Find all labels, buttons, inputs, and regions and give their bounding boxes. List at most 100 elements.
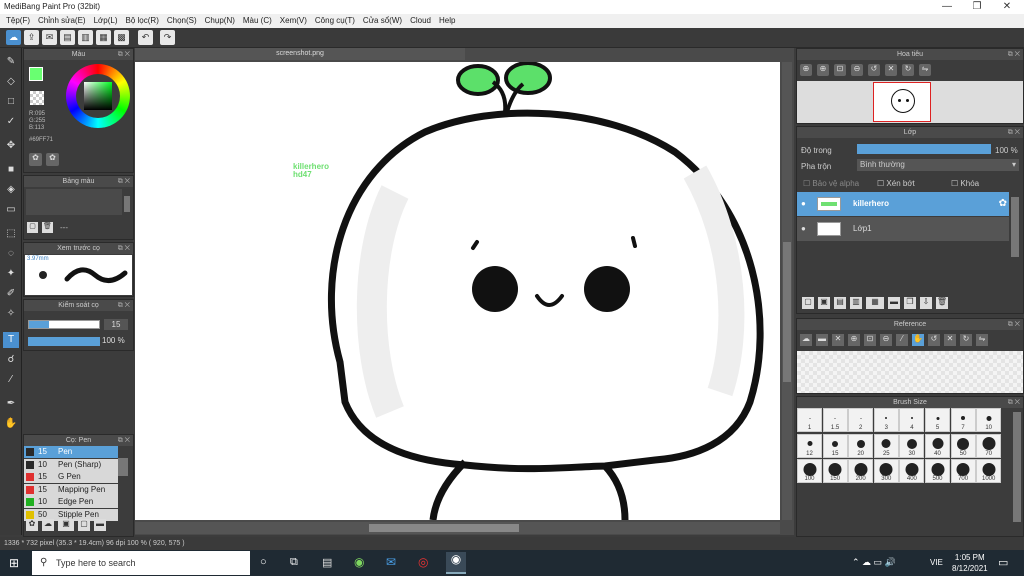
new-halftone-layer-icon[interactable]: ▣ bbox=[818, 297, 830, 309]
palette-scrollbar[interactable] bbox=[124, 196, 130, 212]
reference-flip-icon[interactable]: ⇋ bbox=[976, 334, 988, 346]
pen-list-scrollbar[interactable] bbox=[118, 458, 128, 476]
menu-capture[interactable]: Chụp(N) bbox=[201, 14, 239, 28]
brush-size-cell[interactable]: 25 bbox=[873, 433, 899, 458]
merge-layer-icon[interactable]: ⇩ bbox=[920, 297, 932, 309]
reference-open-icon[interactable]: ▬ bbox=[816, 334, 828, 346]
duplicate-layer-icon[interactable]: ❐ bbox=[904, 297, 916, 309]
layer-row-killerhero[interactable]: ● killerhero ✿ bbox=[797, 192, 1009, 216]
magic-wand-icon[interactable]: ✦ bbox=[3, 266, 19, 282]
protect-alpha-checkbox[interactable]: ☐ Bảo vệ alpha bbox=[803, 179, 859, 188]
brush-size-cell[interactable]: 300 bbox=[873, 459, 899, 483]
hand-tool-icon[interactable]: ✋ bbox=[3, 416, 19, 432]
brush-size-value[interactable]: 15 bbox=[104, 319, 128, 330]
pen-item[interactable]: 15 Pen bbox=[24, 446, 118, 458]
cortana-icon[interactable]: ○ bbox=[260, 556, 267, 568]
brush-opacity-slider[interactable] bbox=[28, 337, 100, 346]
shape-tool-icon[interactable]: ■ bbox=[3, 162, 19, 178]
visibility-icon[interactable]: ● bbox=[801, 192, 806, 216]
reference-rotate-icon[interactable]: ↺ bbox=[928, 334, 940, 346]
dot-tool-icon[interactable]: □ bbox=[3, 94, 19, 110]
brush-size-cell[interactable]: 15 bbox=[822, 433, 848, 458]
reference-cloud-icon[interactable]: ☁ bbox=[800, 334, 812, 346]
gradient-tool-icon[interactable]: ▭ bbox=[3, 202, 19, 218]
move-tool-icon[interactable]: ✥ bbox=[3, 138, 19, 154]
color-wheel[interactable] bbox=[66, 64, 130, 128]
drawing-canvas[interactable]: killerhero hd47 bbox=[135, 62, 780, 520]
eyedrop-mode-icon[interactable]: ✿ bbox=[46, 153, 59, 166]
brush-size-cell[interactable]: 1 bbox=[797, 408, 822, 432]
pen-item[interactable]: 10 Pen (Sharp) bbox=[24, 458, 118, 471]
zoom-in-icon[interactable]: ⊕ bbox=[800, 64, 812, 76]
undo-icon[interactable]: ↶ bbox=[138, 30, 153, 45]
delete-layer-icon[interactable]: 🗑 bbox=[936, 297, 948, 309]
menu-cloud[interactable]: Cloud bbox=[406, 14, 435, 28]
brush-cloud-icon[interactable]: ☁ bbox=[42, 519, 54, 531]
brush-size-cell[interactable]: 2 bbox=[848, 408, 874, 432]
lock-checkbox[interactable]: ☐ Khóa bbox=[951, 179, 979, 188]
language-indicator[interactable]: VIE bbox=[930, 558, 943, 567]
check-tool-icon[interactable]: ✓ bbox=[3, 114, 19, 130]
fill-tool-icon[interactable]: ◈ bbox=[3, 182, 19, 198]
clipping-checkbox[interactable]: ☐ Xén bớt bbox=[877, 179, 915, 188]
select-tool-icon[interactable]: ⬚ bbox=[3, 226, 19, 242]
brush-folder-icon[interactable]: ▬ bbox=[94, 519, 106, 531]
visibility-icon[interactable]: ● bbox=[801, 217, 806, 241]
layer-scrollbar[interactable] bbox=[1011, 197, 1019, 257]
palette-mode-icon[interactable]: ✿ bbox=[29, 153, 42, 166]
fit-icon[interactable]: ⊡ bbox=[834, 64, 846, 76]
opera-icon[interactable]: ◎ bbox=[418, 555, 428, 569]
delete-palette-icon[interactable]: 🗑 bbox=[42, 222, 53, 233]
reference-reset-icon[interactable]: ✕ bbox=[944, 334, 956, 346]
menu-layer[interactable]: Lớp(L) bbox=[90, 14, 122, 28]
layer-row-layer1[interactable]: ● Lớp1 bbox=[797, 217, 1009, 241]
new-8bit-layer-icon[interactable]: ▤ bbox=[834, 297, 846, 309]
reference-area[interactable] bbox=[797, 351, 1023, 393]
blend-mode-select[interactable]: Bình thường ▾ bbox=[857, 159, 1019, 171]
foreground-color-swatch[interactable] bbox=[29, 67, 43, 81]
zoom-out-icon[interactable]: ⊖ bbox=[851, 64, 863, 76]
color-square[interactable] bbox=[84, 82, 112, 110]
taskbar-search[interactable]: ⚲ Type here to search bbox=[32, 551, 250, 575]
medibang-taskbar-icon[interactable]: ◉ bbox=[446, 552, 466, 574]
document-tab[interactable]: screenshot.png bbox=[135, 48, 465, 60]
tray-icons[interactable]: ⌃ ☁ ▭ 🔊 bbox=[852, 557, 896, 568]
menu-window[interactable]: Cửa sổ(W) bbox=[359, 14, 406, 28]
minimize-button[interactable]: — bbox=[932, 1, 962, 13]
layer-settings-icon[interactable]: ✿ bbox=[999, 192, 1007, 216]
canvas-horizontal-scrollbar[interactable] bbox=[135, 522, 780, 534]
task-view-icon[interactable]: ⧉ bbox=[290, 556, 298, 569]
flip-icon[interactable]: ⇋ bbox=[919, 64, 931, 76]
text-tool-icon[interactable]: T bbox=[3, 332, 19, 348]
new-palette-icon[interactable]: ▢ bbox=[27, 222, 38, 233]
menu-select[interactable]: Chọn(S) bbox=[163, 14, 201, 28]
operation-tool-icon[interactable]: ☌ bbox=[3, 352, 19, 368]
reset-icon[interactable]: ✕ bbox=[885, 64, 897, 76]
zoom-icon[interactable]: ⊕ bbox=[817, 64, 829, 76]
navigator-viewport[interactable] bbox=[873, 82, 931, 122]
menu-view[interactable]: Xem(V) bbox=[276, 14, 311, 28]
reference-zoom-in-icon[interactable]: ⊕ bbox=[848, 334, 860, 346]
brush-size-cell[interactable]: 20 bbox=[848, 433, 874, 458]
reference-eyedropper-icon[interactable]: ⁄ bbox=[896, 334, 908, 346]
reference-rotate-right-icon[interactable]: ↻ bbox=[960, 334, 972, 346]
navigator-preview[interactable] bbox=[797, 81, 1023, 123]
add-layer-menu-icon[interactable]: ▦ bbox=[866, 297, 884, 309]
brush-size-cell[interactable]: 3 bbox=[873, 408, 899, 432]
brush-size-cell[interactable]: 30 bbox=[899, 433, 925, 458]
brush-size-cell[interactable]: 700 bbox=[950, 459, 976, 483]
folder-icon[interactable]: ▬ bbox=[888, 297, 900, 309]
brush-size-cell[interactable]: 70 bbox=[976, 433, 1002, 458]
pen-tool-icon[interactable]: ✒ bbox=[3, 396, 19, 412]
new-1bit-layer-icon[interactable]: ▥ bbox=[850, 297, 862, 309]
brush-add-icon[interactable]: ✿ bbox=[26, 519, 38, 531]
comment-icon[interactable]: ✉ bbox=[42, 30, 57, 45]
brush-size-cell[interactable]: 150 bbox=[822, 459, 848, 483]
brush-size-cell[interactable]: 200 bbox=[848, 459, 874, 483]
layer-opacity-slider[interactable] bbox=[857, 144, 991, 154]
pen-item[interactable]: 15 Mapping Pen bbox=[24, 483, 118, 496]
clock[interactable]: 1:05 PM 8/12/2021 bbox=[952, 552, 988, 574]
reference-close-icon[interactable]: ✕ bbox=[832, 334, 844, 346]
cloud-icon[interactable]: ☁ bbox=[6, 30, 21, 45]
brush-size-cell[interactable]: 7 bbox=[950, 408, 976, 432]
